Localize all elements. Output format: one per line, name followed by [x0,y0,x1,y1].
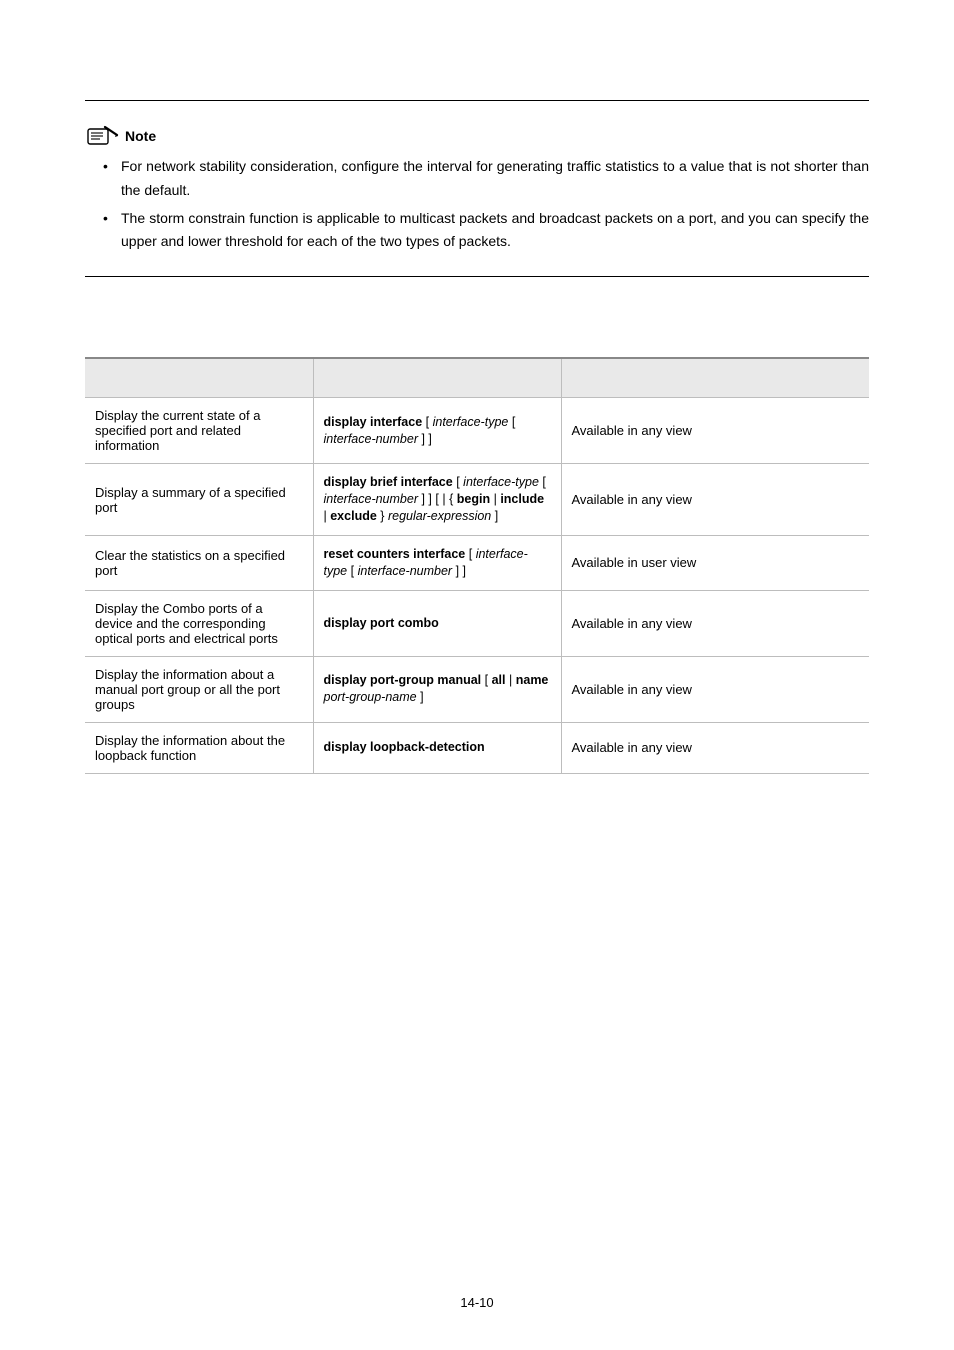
table-row: Display the information about the loopba… [85,722,869,773]
table-header [313,358,561,398]
table-row: Clear the statistics on a specified port… [85,535,869,590]
horizontal-rule-top [85,100,869,101]
page: Note For network stability consideration… [0,0,954,1350]
command-table: Display the current state of a specified… [85,357,869,773]
cell-desc: Available in any view [561,464,869,536]
note-icon [85,125,119,147]
page-number: 14-10 [0,1295,954,1310]
cell-todo: Clear the statistics on a specified port [85,535,313,590]
cell-todo: Display the information about a manual p… [85,656,313,722]
cell-desc: Available in any view [561,590,869,656]
note-bullet: For network stability consideration, con… [103,155,869,203]
note-bullet-list: For network stability consideration, con… [103,155,869,254]
cell-desc: Available in any view [561,656,869,722]
table-row: Display the information about a manual p… [85,656,869,722]
table-row: Display a summary of a specified port di… [85,464,869,536]
note-heading: Note [85,125,869,147]
table-row: Display the current state of a specified… [85,398,869,464]
cell-command: reset counters interface [ interface-typ… [313,535,561,590]
cell-command: display brief interface [ interface-type… [313,464,561,536]
table-header [561,358,869,398]
cell-command: display interface [ interface-type [ int… [313,398,561,464]
cell-command: display port-group manual [ all | name p… [313,656,561,722]
horizontal-rule-bottom [85,276,869,277]
table-row: Display the Combo ports of a device and … [85,590,869,656]
cell-todo: Display the information about the loopba… [85,722,313,773]
cell-todo: Display the current state of a specified… [85,398,313,464]
cell-desc: Available in any view [561,398,869,464]
cell-todo: Display a summary of a specified port [85,464,313,536]
note-label: Note [125,129,156,143]
cell-desc: Available in any view [561,722,869,773]
note-bullet: The storm constrain function is applicab… [103,207,869,255]
cell-command: display port combo [313,590,561,656]
cell-todo: Display the Combo ports of a device and … [85,590,313,656]
table-header [85,358,313,398]
table-header-row [85,358,869,398]
cell-command: display loopback-detection [313,722,561,773]
cell-desc: Available in user view [561,535,869,590]
